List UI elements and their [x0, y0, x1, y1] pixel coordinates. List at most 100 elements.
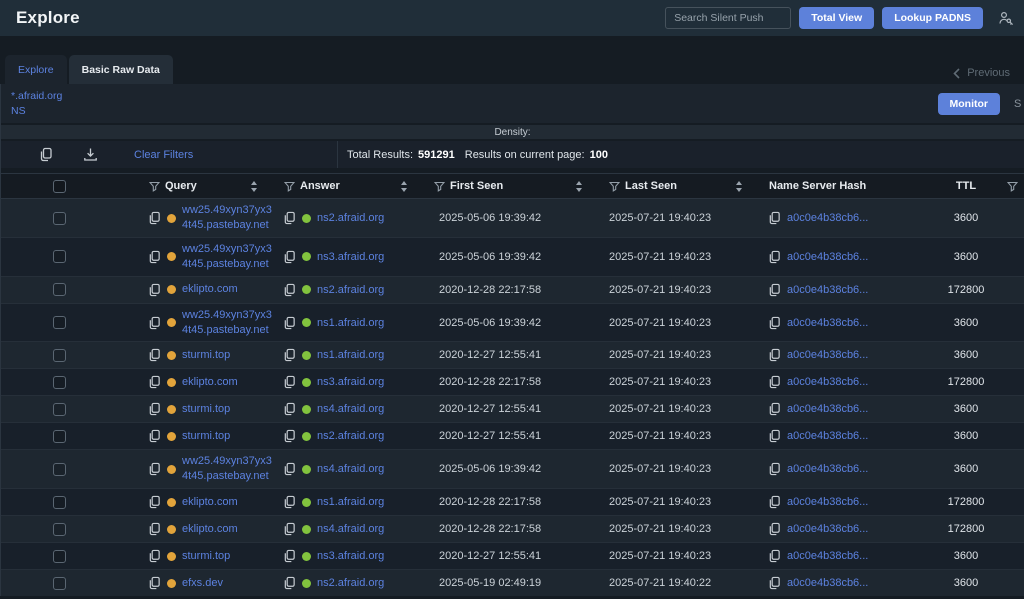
query-link[interactable]: sturmi.top	[182, 348, 230, 363]
row-checkbox[interactable]	[53, 283, 66, 296]
copy-icon[interactable]	[148, 211, 161, 225]
answer-link[interactable]: ns1.afraid.org	[317, 317, 384, 329]
query-link[interactable]: sturmi.top	[182, 549, 230, 564]
copy-icon[interactable]	[768, 250, 781, 264]
copy-icon[interactable]	[148, 429, 161, 443]
copy-icon[interactable]	[148, 316, 161, 330]
answer-link[interactable]: ns2.afraid.org	[317, 212, 384, 224]
name-server-hash-link[interactable]: a0c0e4b38cb6...	[787, 496, 868, 508]
row-checkbox[interactable]	[53, 523, 66, 536]
name-server-hash-link[interactable]: a0c0e4b38cb6...	[787, 550, 868, 562]
row-checkbox[interactable]	[53, 403, 66, 416]
filter-icon[interactable]	[609, 181, 620, 192]
query-link[interactable]: ww25.49xyn37yx34t45.pastebay.net	[182, 308, 276, 338]
user-key-icon[interactable]	[997, 10, 1014, 27]
copy-icon[interactable]	[148, 495, 161, 509]
copy-icon[interactable]	[768, 211, 781, 225]
copy-icon[interactable]	[148, 348, 161, 362]
name-server-hash-link[interactable]: a0c0e4b38cb6...	[787, 251, 868, 263]
copy-icon[interactable]	[768, 402, 781, 416]
sort-answer-icon[interactable]	[400, 180, 408, 193]
query-link[interactable]: eklipto.com	[182, 282, 238, 297]
row-checkbox[interactable]	[53, 463, 66, 476]
answer-link[interactable]: ns4.afraid.org	[317, 403, 384, 415]
copy-icon[interactable]	[148, 283, 161, 297]
answer-link[interactable]: ns3.afraid.org	[317, 550, 384, 562]
copy-icon[interactable]	[768, 549, 781, 563]
clipped-right-button[interactable]: S	[1014, 98, 1024, 110]
name-server-hash-link[interactable]: a0c0e4b38cb6...	[787, 403, 868, 415]
name-server-hash-link[interactable]: a0c0e4b38cb6...	[787, 577, 868, 589]
copy-icon[interactable]	[283, 462, 296, 476]
query-link[interactable]: eklipto.com	[182, 522, 238, 537]
filter-icon[interactable]	[149, 181, 160, 192]
row-checkbox[interactable]	[53, 212, 66, 225]
copy-results-icon[interactable]	[39, 147, 53, 162]
query-link[interactable]: sturmi.top	[182, 429, 230, 444]
copy-icon[interactable]	[148, 576, 161, 590]
tab-basic-raw-data[interactable]: Basic Raw Data	[69, 55, 173, 84]
download-icon[interactable]	[83, 147, 98, 162]
copy-icon[interactable]	[148, 250, 161, 264]
name-server-hash-link[interactable]: a0c0e4b38cb6...	[787, 430, 868, 442]
answer-link[interactable]: ns4.afraid.org	[317, 463, 384, 475]
copy-icon[interactable]	[148, 522, 161, 536]
copy-icon[interactable]	[283, 348, 296, 362]
answer-link[interactable]: ns4.afraid.org	[317, 523, 384, 535]
row-checkbox[interactable]	[53, 316, 66, 329]
sort-first-seen-icon[interactable]	[575, 180, 583, 193]
previous-button[interactable]: Previous	[953, 67, 1010, 84]
copy-icon[interactable]	[768, 316, 781, 330]
answer-link[interactable]: ns2.afraid.org	[317, 577, 384, 589]
query-link[interactable]: eklipto.com	[182, 375, 238, 390]
name-server-hash-link[interactable]: a0c0e4b38cb6...	[787, 317, 868, 329]
copy-icon[interactable]	[768, 283, 781, 297]
name-server-hash-link[interactable]: a0c0e4b38cb6...	[787, 284, 868, 296]
copy-icon[interactable]	[768, 429, 781, 443]
copy-icon[interactable]	[283, 250, 296, 264]
answer-link[interactable]: ns2.afraid.org	[317, 430, 384, 442]
query-link[interactable]: ww25.49xyn37yx34t45.pastebay.net	[182, 203, 276, 233]
name-server-hash-link[interactable]: a0c0e4b38cb6...	[787, 523, 868, 535]
query-link[interactable]: ww25.49xyn37yx34t45.pastebay.net	[182, 454, 276, 484]
copy-icon[interactable]	[768, 522, 781, 536]
select-all-checkbox[interactable]	[53, 180, 66, 193]
copy-icon[interactable]	[283, 495, 296, 509]
row-checkbox[interactable]	[53, 577, 66, 590]
copy-icon[interactable]	[283, 375, 296, 389]
name-server-hash-link[interactable]: a0c0e4b38cb6...	[787, 376, 868, 388]
copy-icon[interactable]	[283, 549, 296, 563]
copy-icon[interactable]	[283, 522, 296, 536]
clear-filters-button[interactable]: Clear Filters	[134, 149, 193, 161]
copy-icon[interactable]	[148, 402, 161, 416]
row-checkbox[interactable]	[53, 349, 66, 362]
copy-icon[interactable]	[148, 462, 161, 476]
answer-link[interactable]: ns3.afraid.org	[317, 251, 384, 263]
row-checkbox[interactable]	[53, 250, 66, 263]
total-view-button[interactable]: Total View	[799, 7, 874, 29]
copy-icon[interactable]	[283, 576, 296, 590]
copy-icon[interactable]	[283, 429, 296, 443]
row-checkbox[interactable]	[53, 496, 66, 509]
filter-icon[interactable]	[434, 181, 445, 192]
copy-icon[interactable]	[768, 348, 781, 362]
copy-icon[interactable]	[768, 576, 781, 590]
copy-icon[interactable]	[768, 375, 781, 389]
query-link[interactable]: efxs.dev	[182, 576, 223, 591]
filter-icon[interactable]	[284, 181, 295, 192]
copy-icon[interactable]	[768, 462, 781, 476]
monitor-button[interactable]: Monitor	[938, 93, 1001, 115]
lookup-padns-button[interactable]: Lookup PADNS	[882, 7, 983, 29]
name-server-hash-link[interactable]: a0c0e4b38cb6...	[787, 349, 868, 361]
density-bar[interactable]: Density:	[1, 125, 1024, 139]
copy-icon[interactable]	[148, 549, 161, 563]
row-checkbox[interactable]	[53, 430, 66, 443]
copy-icon[interactable]	[148, 375, 161, 389]
filter-icon[interactable]	[1007, 181, 1018, 192]
answer-link[interactable]: ns3.afraid.org	[317, 376, 384, 388]
tab-explore[interactable]: Explore	[5, 55, 67, 84]
sort-query-icon[interactable]	[250, 180, 258, 193]
query-link[interactable]: eklipto.com	[182, 495, 238, 510]
query-link[interactable]: ww25.49xyn37yx34t45.pastebay.net	[182, 242, 276, 272]
sort-last-seen-icon[interactable]	[735, 180, 743, 193]
